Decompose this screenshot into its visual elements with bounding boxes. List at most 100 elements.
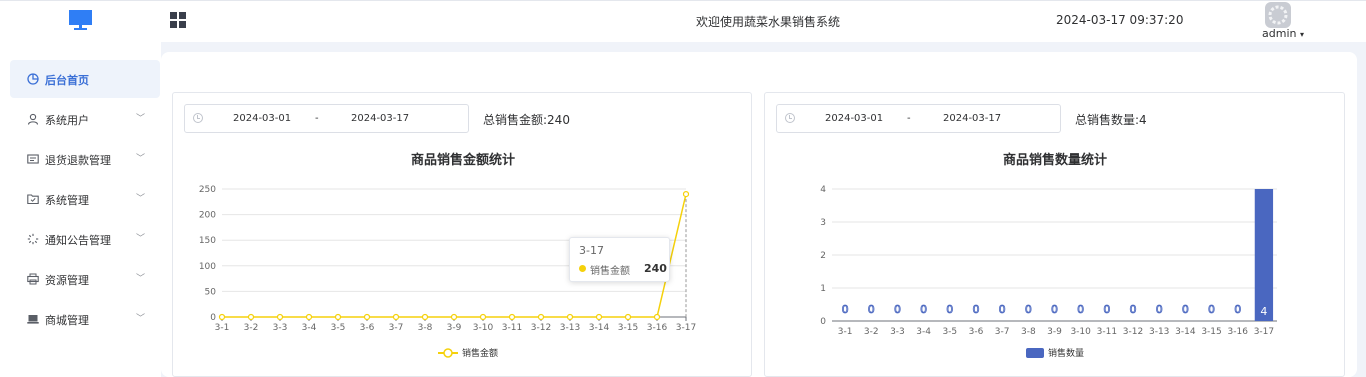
username: admin — [1262, 27, 1297, 40]
chevron-down-icon: ﹀ — [136, 154, 146, 164]
y-tick-label: 150 — [199, 236, 216, 246]
end-date[interactable]: 2024-03-17 — [351, 113, 409, 124]
bar-value-label: 0 — [946, 303, 953, 316]
data-point — [508, 313, 516, 321]
bar — [1254, 189, 1274, 321]
legend-marker — [1026, 348, 1044, 358]
loading-icon — [27, 233, 39, 245]
sidebar-item-label: 系统管理 — [45, 194, 89, 207]
x-tick-label: 3-13 — [560, 323, 580, 333]
sidebar-item-notices[interactable]: 通知公告管理 ﹀ — [10, 220, 160, 258]
x-tick-label: 3-6 — [969, 327, 984, 337]
start-date[interactable]: 2024-03-01 — [233, 113, 291, 124]
top-header: 欢迎使用蔬菜水果销售系统 2024-03-17 09:37:20 admin ▾ — [0, 0, 1366, 42]
bar-value-label: 0 — [972, 303, 979, 316]
user-menu[interactable]: admin ▾ — [1262, 27, 1304, 40]
sidebar-item-refunds[interactable]: 退货退款管理 ﹀ — [10, 140, 160, 178]
date-range-picker[interactable]: 2024-03-01 - 2024-03-17 — [184, 104, 469, 133]
x-tick-label: 3-2 — [244, 323, 259, 333]
sales-quantity-panel: 2024-03-01 - 2024-03-17 总销售数量:4 商品销售数量统计… — [764, 92, 1345, 377]
chevron-down-icon: ﹀ — [136, 114, 146, 124]
sidebar-item-system-users[interactable]: 系统用户 ﹀ — [10, 100, 160, 138]
bar-chart: 012343-103-203-303-403-503-603-703-803-9… — [820, 185, 1277, 359]
x-tick-label: 3-13 — [1149, 327, 1169, 337]
data-point — [537, 313, 545, 321]
user-icon — [27, 113, 39, 125]
sidebar-item-resources[interactable]: 资源管理 ﹀ — [10, 260, 160, 298]
chevron-down-icon: ﹀ — [136, 314, 146, 324]
sales-amount-panel: 2024-03-01 - 2024-03-17 总销售金额:240 商品销售金额… — [172, 92, 752, 377]
sidebar-item-system-management[interactable]: 系统管理 ﹀ — [10, 180, 160, 218]
x-tick-label: 3-12 — [531, 323, 551, 333]
chevron-down-icon: ﹀ — [136, 234, 146, 244]
x-tick-label: 3-4 — [916, 327, 931, 337]
data-point — [305, 313, 313, 321]
x-tick-label: 3-9 — [447, 323, 462, 333]
data-point — [566, 313, 574, 321]
bar-value-label: 0 — [1051, 303, 1058, 316]
bar-value-label: 4 — [1260, 305, 1267, 318]
data-point — [392, 313, 400, 321]
x-tick-label: 3-17 — [1254, 327, 1274, 337]
bar-value-label: 0 — [842, 303, 849, 316]
pie-chart-icon — [27, 73, 39, 85]
current-datetime: 2024-03-17 09:37:20 — [1056, 13, 1184, 27]
data-point — [247, 313, 255, 321]
bar-value-label: 0 — [920, 303, 927, 316]
legend-label: 销售金额 — [462, 347, 498, 359]
data-point — [363, 313, 371, 321]
total-value: 4 — [1139, 113, 1147, 127]
x-tick-label: 3-14 — [589, 323, 610, 333]
sidebar-item-label: 资源管理 — [45, 274, 89, 287]
total-value: 240 — [547, 113, 570, 127]
x-tick-label: 3-1 — [215, 323, 230, 333]
grid-icon[interactable] — [170, 12, 186, 28]
bar-value-label: 0 — [1103, 303, 1110, 316]
total-amount: 总销售金额:240 — [483, 111, 570, 128]
data-point — [218, 313, 226, 321]
x-tick-label: 3-5 — [942, 327, 957, 337]
y-tick-label: 1 — [820, 284, 826, 294]
printer-icon — [27, 273, 39, 285]
data-point — [682, 191, 690, 198]
total-label: 总销售金额: — [483, 113, 548, 127]
bar-value-label: 0 — [1156, 303, 1163, 316]
data-point — [334, 313, 342, 321]
x-tick-label: 3-2 — [864, 327, 879, 337]
y-tick-label: 200 — [199, 211, 216, 221]
x-tick-label: 3-1 — [838, 327, 853, 337]
date-range-picker[interactable]: 2024-03-01 - 2024-03-17 — [776, 104, 1061, 133]
x-tick-label: 3-7 — [995, 327, 1010, 337]
x-tick-label: 3-8 — [418, 323, 433, 333]
monitor-icon[interactable] — [69, 10, 92, 32]
welcome-text: 欢迎使用蔬菜水果销售系统 — [696, 15, 841, 29]
total-quantity: 总销售数量:4 — [1075, 111, 1147, 128]
x-tick-label: 3-10 — [473, 323, 494, 333]
x-tick-label: 3-5 — [331, 323, 346, 333]
bar-value-label: 0 — [999, 303, 1006, 316]
sidebar-item-label: 商城管理 — [45, 314, 89, 327]
folder-check-icon — [27, 193, 39, 205]
clock-icon — [785, 113, 795, 123]
sidebar-item-mall[interactable]: 商城管理 ﹀ — [10, 300, 160, 338]
bar-value-label: 0 — [1234, 303, 1241, 316]
end-date[interactable]: 2024-03-17 — [943, 113, 1001, 124]
tooltip-marker — [579, 265, 586, 272]
y-tick-label: 4 — [820, 185, 826, 195]
sidebar: 后台首页 系统用户 ﹀ 退货退款管理 ﹀ 系统管理 ﹀ 通知公告管理 ﹀ 资源管… — [0, 42, 161, 377]
x-tick-label: 3-12 — [1123, 327, 1143, 337]
y-tick-label: 3 — [820, 218, 826, 228]
bar-value-label: 0 — [868, 303, 875, 316]
bar-value-label: 0 — [1182, 303, 1189, 316]
start-date[interactable]: 2024-03-01 — [825, 113, 883, 124]
avatar[interactable] — [1265, 2, 1291, 28]
x-tick-label: 3-15 — [1201, 327, 1221, 337]
sidebar-item-dashboard[interactable]: 后台首页 — [10, 60, 160, 98]
x-tick-label: 3-8 — [1021, 327, 1036, 337]
x-tick-label: 3-3 — [890, 327, 905, 337]
y-tick-label: 0 — [820, 317, 826, 327]
range-separator: - — [315, 113, 319, 124]
bar-value-label: 0 — [1208, 303, 1215, 316]
tooltip-value: 240 — [644, 262, 667, 275]
data-point — [595, 313, 603, 321]
